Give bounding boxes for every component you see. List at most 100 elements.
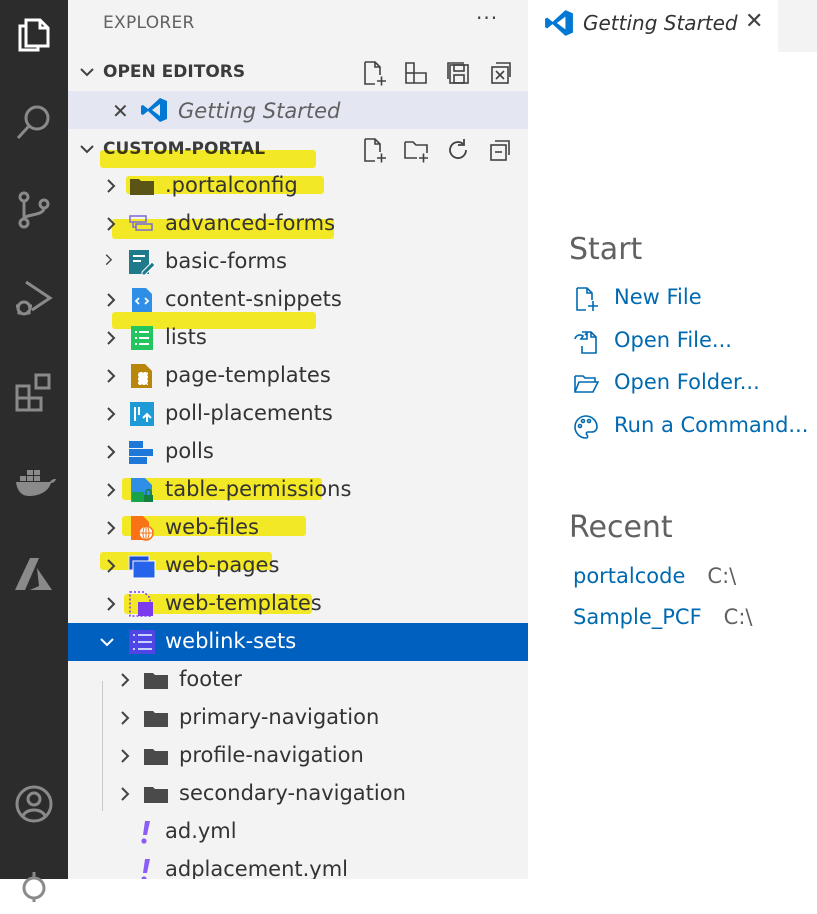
collapse-folders-button[interactable] — [486, 136, 514, 164]
tree-item-adplacement-yml[interactable]: adplacement.yml — [68, 851, 528, 879]
folder-icon — [144, 749, 168, 765]
run-debug-icon[interactable] — [0, 264, 68, 332]
chevron-right-icon — [107, 217, 116, 231]
run-command-link[interactable]: Run a Command... — [573, 412, 813, 444]
tree-item-label: content-snippets — [165, 287, 342, 311]
run-command-label: Run a Command... — [614, 413, 809, 437]
tree-item-label: poll-placements — [165, 401, 333, 425]
table-permissions-icon — [131, 478, 153, 502]
search-icon[interactable] — [0, 88, 68, 156]
source-control-icon[interactable] — [0, 176, 68, 244]
chevron-right-icon — [107, 445, 116, 459]
accounts-icon[interactable] — [0, 770, 68, 838]
start-heading: Start — [569, 232, 643, 267]
folder-icon — [144, 673, 168, 689]
open-file-icon — [574, 331, 597, 354]
chevron-right-icon — [107, 369, 116, 383]
tree-item-ad-yml[interactable]: ad.yml — [68, 813, 528, 851]
tree-item-web-files[interactable]: web-files — [68, 509, 528, 547]
tree-item-label: web-pages — [165, 553, 280, 577]
tree-item-portalconfig[interactable]: .portalconfig — [68, 167, 528, 205]
chevron-right-icon — [107, 331, 116, 345]
recent-item[interactable]: Sample_PCF C:\ — [573, 605, 752, 635]
azure-icon[interactable] — [0, 540, 68, 608]
tree-item-polls[interactable]: polls — [68, 433, 528, 471]
tree-item-label: web-files — [165, 515, 259, 539]
tree-item-web-pages[interactable]: web-pages — [68, 547, 528, 585]
open-folder-icon — [574, 375, 599, 393]
more-actions-button[interactable]: ··· — [476, 6, 498, 30]
tree-item-label: .portalconfig — [165, 173, 298, 197]
open-file-label: Open File... — [614, 328, 732, 352]
tree-item-basic-forms[interactable]: basic-forms — [68, 243, 528, 281]
tree-item-label: primary-navigation — [179, 705, 380, 729]
explorer-icon[interactable] — [0, 0, 68, 68]
refresh-button[interactable] — [444, 136, 472, 164]
file-tree: .portalconfig advanced-forms basic-forms — [68, 167, 528, 879]
tab-title: Getting Started — [583, 11, 738, 35]
new-untitled-file-button[interactable] — [360, 59, 388, 87]
docker-icon[interactable] — [0, 448, 68, 516]
tree-item-advanced-forms[interactable]: advanced-forms — [68, 205, 528, 243]
new-file-button[interactable] — [360, 136, 388, 164]
close-tab-button[interactable]: ✕ — [745, 9, 763, 34]
tree-item-content-snippets[interactable]: content-snippets — [68, 281, 528, 319]
tree-item-label: lists — [165, 325, 207, 349]
folder-header[interactable]: CUSTOM-PORTAL — [68, 130, 528, 168]
recent-item[interactable]: portalcode C:\ — [573, 564, 736, 594]
recent-item-name[interactable]: portalcode — [573, 564, 685, 588]
tree-item-table-permissions[interactable]: table-permissions — [68, 471, 528, 509]
close-editor-button[interactable]: ✕ — [112, 99, 129, 123]
tree-item-label: weblink-sets — [165, 629, 297, 653]
vscode-icon — [141, 98, 167, 122]
folder-dark-icon — [130, 179, 154, 195]
tree-item-poll-placements[interactable]: poll-placements — [68, 395, 528, 433]
chevron-right-icon — [107, 521, 116, 535]
new-group-button[interactable] — [402, 59, 430, 87]
folder-label: CUSTOM-PORTAL — [103, 139, 266, 159]
tree-item-label: table-permissions — [165, 477, 352, 501]
web-pages-icon — [128, 555, 156, 579]
tree-item-label: profile-navigation — [179, 743, 364, 767]
new-folder-button[interactable] — [402, 136, 430, 164]
tree-item-profile-navigation[interactable]: profile-navigation — [68, 737, 528, 775]
close-all-button[interactable] — [486, 59, 514, 87]
explorer-title: EXPLORER — [103, 13, 195, 33]
chevron-right-icon — [107, 407, 116, 421]
tree-item-primary-navigation[interactable]: primary-navigation — [68, 699, 528, 737]
activity-bar — [0, 0, 68, 902]
new-file-icon — [576, 287, 598, 311]
tree-item-secondary-navigation[interactable]: secondary-navigation — [68, 775, 528, 813]
tree-item-page-templates[interactable]: page-templates — [68, 357, 528, 395]
open-folder-link[interactable]: Open Folder... — [573, 369, 813, 401]
chevron-down-icon — [100, 638, 114, 647]
yaml-icon — [141, 821, 150, 844]
weblink-sets-icon — [129, 630, 155, 654]
open-editors-header[interactable]: OPEN EDITORS — [68, 53, 528, 91]
new-file-link[interactable]: New File — [573, 284, 813, 316]
tab-getting-started[interactable]: Getting Started ✕ — [528, 0, 778, 52]
chevron-down-icon — [80, 145, 94, 154]
tree-item-label: web-templates — [165, 591, 322, 615]
page-templates-icon — [131, 364, 152, 388]
tree-item-footer[interactable]: footer — [68, 661, 528, 699]
open-file-link[interactable]: Open File... — [573, 327, 813, 359]
save-all-button[interactable] — [444, 59, 472, 87]
yaml-icon — [141, 859, 150, 879]
chevron-right-icon — [121, 673, 130, 687]
recent-item-path: C:\ — [723, 605, 753, 629]
tree-item-label: page-templates — [165, 363, 331, 387]
chevron-right-icon — [107, 293, 116, 307]
chevron-right-icon — [105, 254, 113, 266]
open-editor-getting-started[interactable]: ✕ Getting Started — [68, 91, 528, 129]
tree-item-weblink-sets[interactable]: weblink-sets — [68, 623, 528, 661]
tree-item-web-templates[interactable]: web-templates — [68, 585, 528, 623]
tree-item-lists[interactable]: lists — [68, 319, 528, 357]
tree-item-label: secondary-navigation — [179, 781, 406, 805]
chevron-right-icon — [107, 597, 116, 611]
recent-item-name[interactable]: Sample_PCF — [573, 605, 702, 629]
manage-icon[interactable] — [0, 846, 68, 914]
content-snippets-icon — [132, 288, 152, 312]
chevron-right-icon — [107, 483, 116, 497]
extensions-icon[interactable] — [0, 358, 68, 426]
